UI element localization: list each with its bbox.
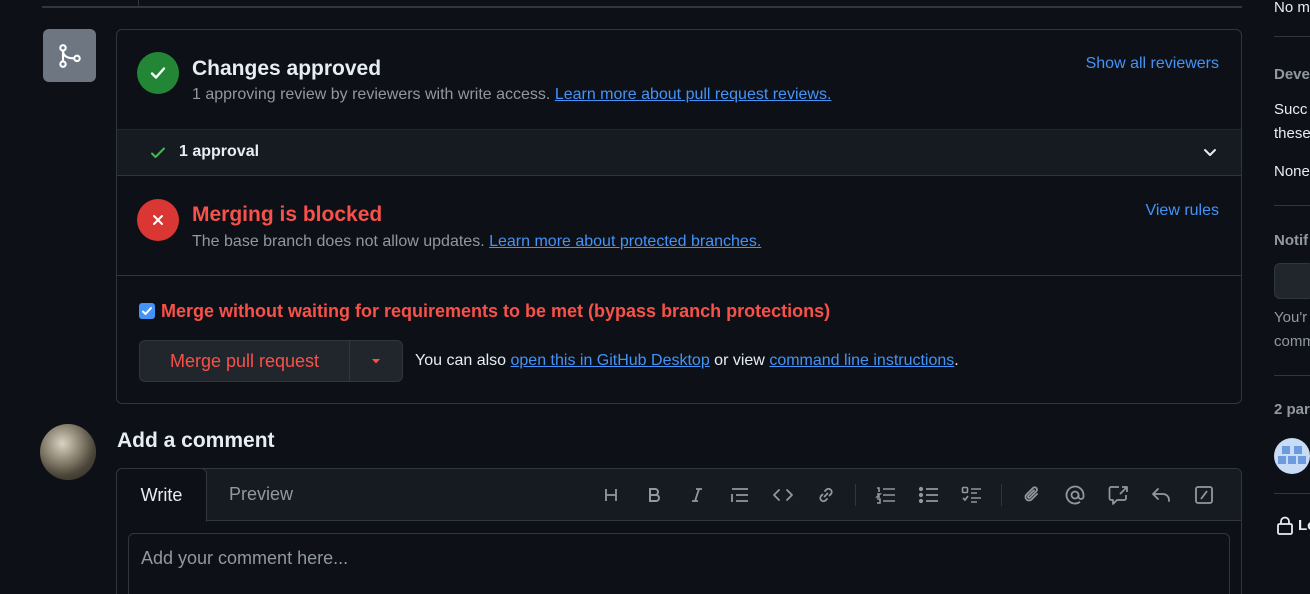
blocked-title: Merging is blocked xyxy=(192,203,383,226)
approved-subtitle-text: 1 approving review by reviewers with wri… xyxy=(192,86,551,103)
merge-section: Merge without waiting for requirements t… xyxy=(117,276,1241,403)
learn-protected-branches-link[interactable]: Learn more about protected branches. xyxy=(489,233,761,250)
triangle-down-icon xyxy=(372,359,380,364)
code-icon[interactable] xyxy=(761,483,804,507)
sidebar-divider xyxy=(1274,36,1310,37)
comment-editor: Write Preview xyxy=(116,468,1242,594)
merge-status-box: Changes approved 1 approving review by r… xyxy=(116,29,1242,404)
right-sidebar: No m Deve Succ these None Notif You'r co… xyxy=(1274,0,1310,594)
timeline-connector xyxy=(138,0,139,6)
sidebar-milestone-text: No m xyxy=(1274,0,1310,16)
blocked-subtitle-text: The base branch does not allow updates. xyxy=(192,233,485,250)
toolbar-divider xyxy=(855,484,856,506)
sidebar-notifications-text: You'r xyxy=(1274,309,1308,326)
sidebar-divider xyxy=(1274,493,1310,494)
x-circle-icon xyxy=(137,199,179,241)
sidebar-lock-conversation[interactable]: Lo xyxy=(1298,517,1310,534)
toolbar-divider xyxy=(1001,484,1002,506)
heading-icon[interactable] xyxy=(589,483,632,507)
sidebar-notifications-text-2: comm xyxy=(1274,333,1310,350)
tab-write[interactable]: Write xyxy=(116,468,207,522)
approvals-count: 1 approval xyxy=(179,143,260,160)
bold-icon[interactable] xyxy=(632,483,675,507)
link-icon[interactable] xyxy=(804,483,847,507)
check-circle-icon xyxy=(137,52,179,94)
editor-header: Write Preview xyxy=(116,468,1241,522)
sidebar-development-text: Succ xyxy=(1274,101,1308,118)
avatar[interactable] xyxy=(40,424,96,480)
participant-avatar[interactable] xyxy=(1274,438,1310,474)
timeline-divider xyxy=(42,6,1242,8)
sidebar-participants-heading: 2 par xyxy=(1274,401,1310,418)
subscribe-button[interactable] xyxy=(1274,263,1310,299)
sidebar-development-none: None xyxy=(1274,163,1310,180)
blocked-subtitle: The base branch does not allow updates. … xyxy=(192,233,761,251)
lock-icon xyxy=(1276,516,1294,541)
git-merge-icon xyxy=(43,29,96,82)
mention-icon[interactable] xyxy=(1053,483,1096,507)
blocked-section: Merging is blocked The base branch does … xyxy=(117,177,1241,276)
sidebar-divider xyxy=(1274,375,1310,376)
sidebar-notifications-heading: Notif xyxy=(1274,232,1309,249)
slash-commands-icon[interactable] xyxy=(1182,483,1225,507)
help-middle: or view xyxy=(714,352,765,369)
command-line-instructions-link[interactable]: command line instructions xyxy=(769,352,954,369)
approved-subtitle: 1 approving review by reviewers with wri… xyxy=(192,86,831,104)
help-prefix: You can also xyxy=(415,352,507,369)
bypass-label[interactable]: Merge without waiting for requirements t… xyxy=(161,301,830,322)
tab-preview[interactable]: Preview xyxy=(229,484,293,505)
unordered-list-icon[interactable] xyxy=(907,483,950,507)
view-rules-link[interactable]: View rules xyxy=(1145,202,1219,220)
approved-title: Changes approved xyxy=(192,57,382,80)
sidebar-development-heading: Deve xyxy=(1274,66,1310,83)
sidebar-development-text-2: these xyxy=(1274,125,1310,142)
learn-reviews-link[interactable]: Learn more about pull request reviews. xyxy=(555,86,832,103)
open-github-desktop-link[interactable]: open this in GitHub Desktop xyxy=(511,352,710,369)
approvals-row[interactable]: 1 approval xyxy=(117,129,1241,176)
cross-reference-icon[interactable] xyxy=(1096,483,1139,507)
help-suffix: . xyxy=(954,352,959,369)
italic-icon[interactable] xyxy=(675,483,718,507)
merge-help-text: You can also open this in GitHub Desktop… xyxy=(415,352,959,370)
add-comment-title: Add a comment xyxy=(117,429,275,452)
quote-icon[interactable] xyxy=(718,483,761,507)
merge-pull-request-button[interactable]: Merge pull request xyxy=(140,341,350,381)
merge-button-group: Merge pull request xyxy=(139,340,403,382)
sidebar-divider xyxy=(1274,205,1310,206)
check-icon xyxy=(149,144,167,167)
merge-options-dropdown[interactable] xyxy=(350,341,402,381)
approved-section: Changes approved 1 approving review by r… xyxy=(117,30,1241,129)
bypass-checkbox[interactable] xyxy=(139,303,155,319)
ordered-list-icon[interactable] xyxy=(864,483,907,507)
chevron-down-icon[interactable] xyxy=(1201,143,1219,166)
show-all-reviewers-link[interactable]: Show all reviewers xyxy=(1086,55,1219,73)
comment-textarea[interactable] xyxy=(128,533,1230,594)
task-list-icon[interactable] xyxy=(950,483,993,507)
markdown-toolbar xyxy=(589,483,1225,507)
reply-icon[interactable] xyxy=(1139,483,1182,507)
attach-icon[interactable] xyxy=(1010,483,1053,507)
